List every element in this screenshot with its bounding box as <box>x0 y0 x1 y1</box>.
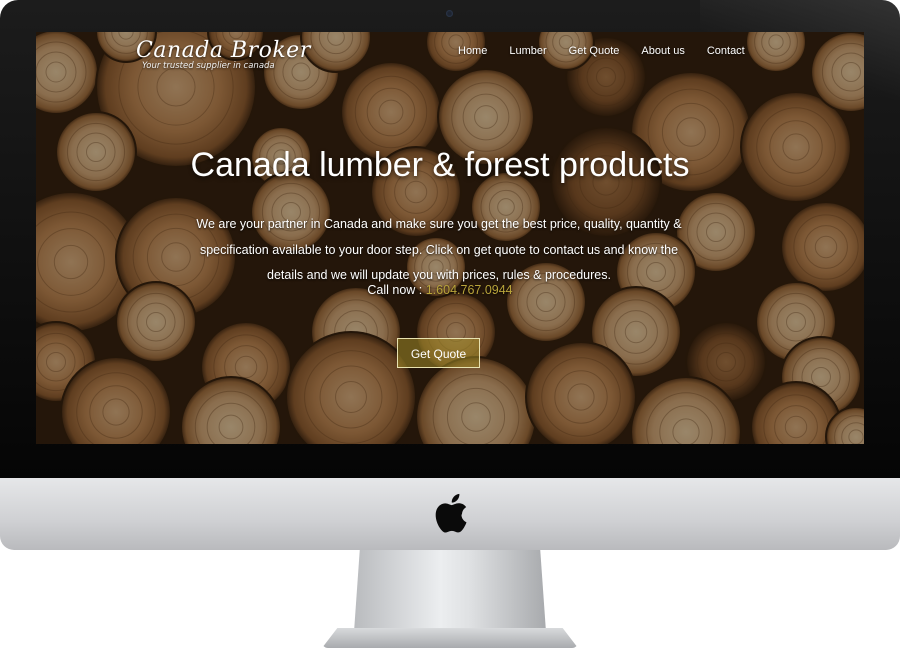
hero-title: Canada lumber & forest products <box>190 146 690 184</box>
main-nav: Home Lumber Get Quote About us Contact <box>458 45 767 57</box>
call-now-label: Call now : <box>367 283 426 297</box>
nav-item-get-quote[interactable]: Get Quote <box>569 45 620 57</box>
hero-description: We are your partner in Canada and make s… <box>196 217 682 282</box>
monitor-stand-neck <box>354 550 546 632</box>
site-brand[interactable]: Canada Broker Your trusted supplier in c… <box>136 38 311 71</box>
webcam-icon <box>446 10 453 17</box>
monitor-stand-base <box>322 628 578 648</box>
nav-item-home[interactable]: Home <box>458 45 487 57</box>
apple-logo-icon <box>435 493 467 533</box>
brand-name[interactable]: Canada Broker <box>136 38 311 63</box>
screen: Canada Broker Your trusted supplier in c… <box>36 32 864 444</box>
nav-item-lumber[interactable]: Lumber <box>509 45 546 57</box>
get-quote-button[interactable]: Get Quote <box>397 338 480 368</box>
phone-number-link[interactable]: 1.604.767.0944 <box>426 283 513 297</box>
nav-item-contact[interactable]: Contact <box>707 45 745 57</box>
nav-item-about-us[interactable]: About us <box>641 45 684 57</box>
call-now-line: Call now : 1.604.767.0944 <box>36 283 844 297</box>
